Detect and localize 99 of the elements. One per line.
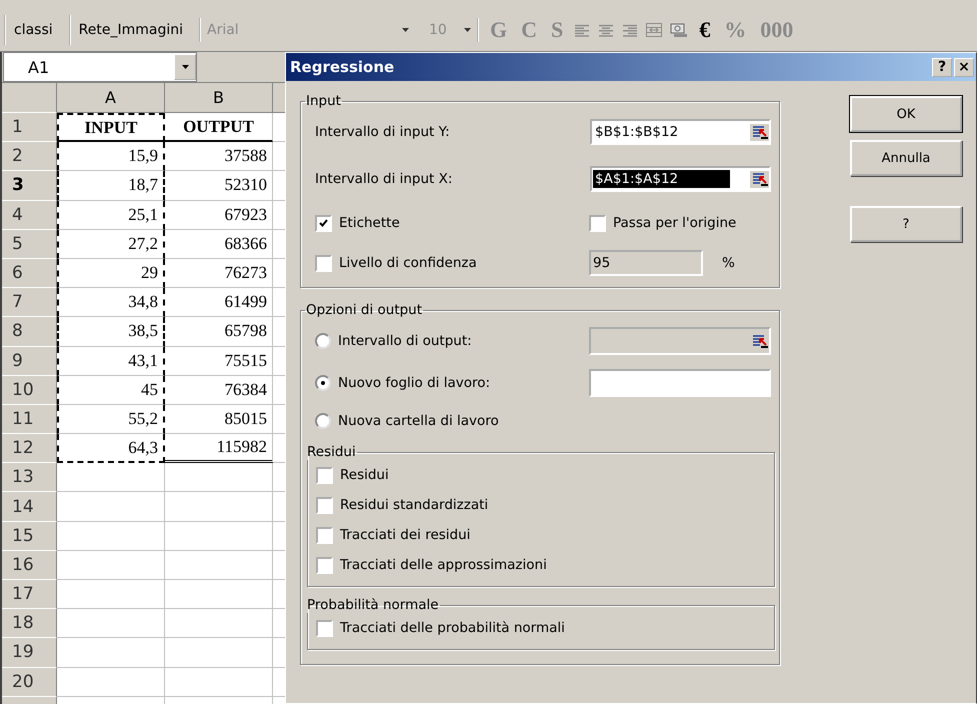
radio-label: Nuova cartella di lavoro: [338, 413, 499, 429]
range-field[interactable]: $A$1:$A$12: [590, 166, 771, 192]
range-field[interactable]: [589, 327, 771, 355]
radio-button[interactable]: [315, 375, 331, 391]
table-cell: 55,2: [57, 404, 165, 434]
checkbox-label: Tracciati delle approssimazioni: [340, 557, 547, 573]
radio-label: Intervallo di output:: [338, 333, 472, 349]
name-box[interactable]: A1: [3, 52, 197, 82]
range-picker-icon[interactable]: [750, 170, 769, 188]
checkbox[interactable]: [589, 214, 606, 232]
group-title: Probabilità normale: [306, 597, 440, 613]
row-header[interactable]: 17: [2, 580, 57, 610]
row-header[interactable]: 19: [2, 638, 57, 668]
checkbox[interactable]: [316, 466, 333, 484]
checkbox-label: Tracciati delle probabilità normali: [340, 620, 565, 636]
field-label: Intervallo di input X:: [315, 171, 452, 187]
help-button[interactable]: ?: [850, 206, 962, 242]
row-header[interactable]: 8: [2, 317, 57, 346]
row-header[interactable]: 3: [2, 171, 57, 201]
dropdown-button[interactable]: [174, 54, 196, 80]
row-header[interactable]: 13: [2, 463, 57, 492]
table-cell: 27,2: [57, 230, 165, 259]
checkbox[interactable]: [316, 620, 333, 636]
row-header[interactable]: 12: [2, 434, 57, 464]
table-cell: 45: [57, 376, 165, 405]
radio-button[interactable]: [315, 333, 331, 349]
checkmark-icon: [319, 219, 328, 227]
row-header[interactable]: 7: [2, 288, 57, 318]
row-header[interactable]: 14: [2, 492, 57, 522]
ok-button[interactable]: OK: [850, 96, 962, 132]
table-cell: 37588: [165, 142, 273, 172]
table-cell: 43,1: [57, 346, 165, 376]
table-cell: 15,9: [57, 142, 165, 172]
table-cell: 61499: [165, 288, 273, 318]
table-cell: 76384: [165, 376, 273, 405]
checkbox[interactable]: [316, 556, 333, 574]
checkbox[interactable]: [316, 496, 333, 514]
column-header[interactable]: A: [57, 83, 165, 113]
checkbox-label: Residui: [340, 467, 389, 483]
help-button[interactable]: ?: [932, 58, 952, 76]
range-picker-icon[interactable]: [750, 332, 769, 350]
group-title: Opzioni di output: [305, 302, 424, 318]
range-picker-icon[interactable]: [750, 124, 769, 140]
row-header[interactable]: 6: [2, 258, 57, 288]
table-cell: 65798: [165, 317, 273, 346]
row-header[interactable]: 11: [2, 404, 57, 434]
caret-icon: [402, 28, 409, 32]
row-header[interactable]: 16: [2, 550, 57, 580]
percent-label: %: [722, 255, 735, 271]
checkbox[interactable]: [316, 526, 333, 544]
range-field[interactable]: $B$1:$B$12: [590, 119, 771, 145]
table-cell: 38,5: [57, 317, 165, 346]
confidence-field[interactable]: 95: [589, 250, 703, 276]
checkbox[interactable]: [315, 214, 332, 232]
table-cell: 67923: [165, 200, 273, 230]
checkbox-label: Tracciati dei residui: [340, 527, 470, 543]
row-header[interactable]: 4: [2, 200, 57, 230]
table-cell: 25,1: [57, 200, 165, 230]
table-cell: 85015: [165, 404, 273, 434]
window-title: Regressione: [290, 58, 396, 76]
table-cell: 52310: [165, 171, 273, 201]
row-header[interactable]: 5: [2, 230, 57, 259]
field-value: $A$1:$A$12: [593, 170, 730, 188]
table-cell: 76273: [165, 258, 273, 288]
row-header[interactable]: 9: [2, 346, 57, 376]
table-cell: 18,7: [57, 171, 165, 201]
checkbox-label: Livello di confidenza: [339, 255, 477, 271]
radio-label: Nuovo foglio di lavoro:: [338, 375, 490, 391]
row-header[interactable]: 1: [2, 113, 57, 142]
row-header[interactable]: 2: [2, 142, 57, 172]
caret-icon: [182, 65, 188, 69]
table-cell: OUTPUT: [165, 113, 273, 142]
field-value: $B$1:$B$12: [594, 123, 680, 141]
table-cell: 75515: [165, 346, 273, 376]
row-header[interactable]: 10: [2, 376, 57, 405]
cancel-button[interactable]: Annulla: [850, 140, 962, 176]
checkbox-label: Residui standardizzati: [340, 497, 488, 513]
table-cell: 68366: [165, 230, 273, 259]
row-header[interactable]: 20: [2, 668, 57, 697]
table-cell: 115982: [165, 434, 273, 464]
checkbox-label: Etichette: [339, 215, 400, 231]
checkbox[interactable]: [315, 254, 332, 272]
group-title: Input: [305, 93, 342, 109]
checkbox-label: Passa per l'origine: [613, 215, 736, 231]
field-label: Intervallo di input Y:: [315, 124, 450, 140]
table-cell: 64,3: [57, 434, 165, 464]
row-header[interactable]: 18: [2, 609, 57, 638]
close-button[interactable]: ×: [954, 58, 974, 76]
radio-button[interactable]: [315, 413, 331, 429]
caret-icon: [464, 28, 471, 32]
row-header[interactable]: 15: [2, 522, 57, 551]
input-field[interactable]: [589, 369, 771, 397]
toolbar-button[interactable]: €: [696, 16, 714, 42]
table-cell: 29: [57, 258, 165, 288]
group-title: Residui: [306, 444, 357, 460]
table-cell: INPUT: [57, 113, 165, 142]
column-header[interactable]: B: [165, 83, 273, 113]
select-all-corner[interactable]: [2, 83, 57, 113]
table-cell: 34,8: [57, 288, 165, 318]
